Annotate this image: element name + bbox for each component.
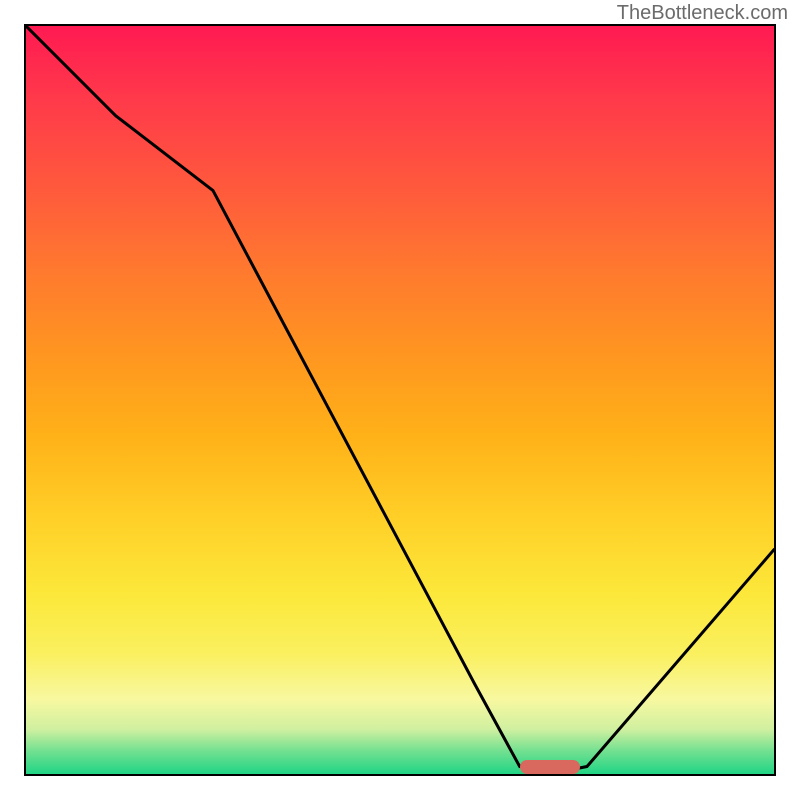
optimal-marker bbox=[520, 760, 580, 774]
watermark-text: TheBottleneck.com bbox=[617, 2, 788, 25]
chart-plot-area bbox=[24, 24, 776, 776]
bottleneck-curve bbox=[26, 26, 774, 774]
